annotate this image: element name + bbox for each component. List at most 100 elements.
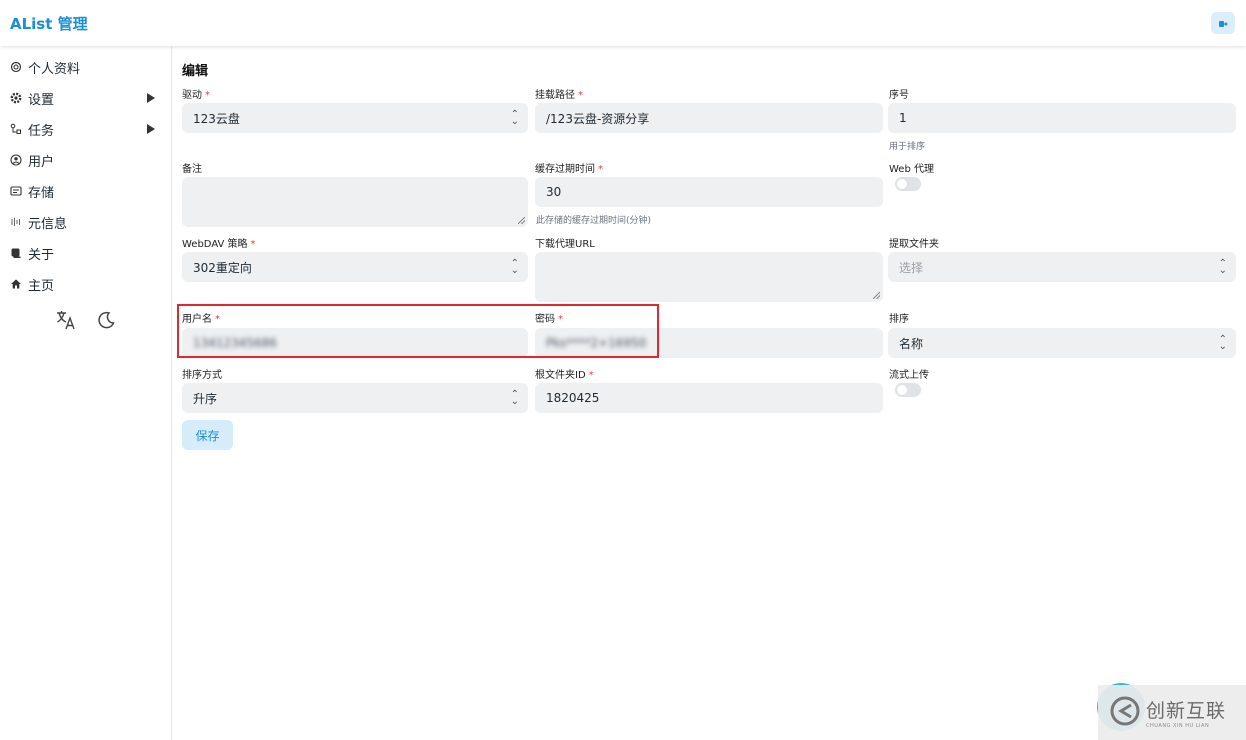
page-title: 编辑: [182, 64, 209, 79]
root-folder-id-value: 1820425: [546, 391, 600, 405]
sort-label: 排序: [889, 314, 909, 325]
sidebar-item-label: 任务: [28, 123, 55, 139]
username-label-text: 用户名: [182, 314, 212, 325]
toggle-knob: [897, 179, 907, 189]
cache-expiration-input[interactable]: 30: [535, 177, 883, 207]
cache-expiration-value: 30: [546, 185, 562, 199]
app-title[interactable]: AList 管理: [10, 13, 88, 34]
cache-expiration-label-text: 缓存过期时间: [535, 164, 595, 175]
sidebar-item-users[interactable]: 用户: [0, 146, 171, 174]
sidebar-item-label: 用户: [28, 154, 55, 170]
sidebar-item-tasks[interactable]: 任务: [0, 115, 171, 143]
extract-folder-label: 提取文件夹: [889, 239, 939, 250]
required-mark: *: [250, 239, 256, 250]
sort-direction-label: 排序方式: [182, 370, 222, 381]
webdav-policy-value: 302重定向: [193, 260, 252, 275]
driver-select[interactable]: 123云盘 ⌃ ⌄: [182, 103, 528, 133]
resize-grip-icon[interactable]: [873, 292, 880, 299]
meta-icon: [10, 216, 22, 228]
required-mark: *: [598, 164, 603, 175]
sidebar-item-label: 存储: [28, 185, 55, 201]
driver-label-text: 驱动: [182, 90, 202, 101]
home-icon: [10, 278, 22, 290]
watermark-logo-icon: [1110, 696, 1140, 730]
required-mark: *: [578, 90, 583, 101]
required-mark: *: [205, 90, 210, 101]
webdav-policy-select[interactable]: 302重定向 ⌃ ⌄: [182, 252, 528, 282]
order-value: 1: [899, 111, 907, 125]
required-mark: *: [558, 314, 563, 325]
driver-label: 驱动 *: [182, 86, 210, 101]
logout-icon: [1218, 14, 1228, 33]
task-flow-icon: [10, 123, 22, 135]
cache-expiration-label: 缓存过期时间 *: [535, 160, 603, 175]
sort-value: 名称: [899, 336, 924, 351]
download-proxy-url-label: 下载代理URL: [535, 239, 595, 250]
web-proxy-toggle[interactable]: [895, 177, 921, 191]
root-folder-id-input[interactable]: 1820425: [535, 383, 883, 413]
remark-label: 备注: [182, 164, 202, 175]
root-folder-id-label-text: 根文件夹ID: [535, 370, 586, 381]
mount-path-value: /123云盘-资源分享: [546, 111, 650, 126]
watermark-title: 创新互联: [1146, 700, 1227, 722]
sidebar-item-label: 主页: [28, 278, 55, 294]
sidebar-item-profile[interactable]: 个人资料: [0, 53, 171, 81]
fingerprint-icon: [10, 61, 22, 73]
sidebar-item-label: 个人资料: [28, 61, 81, 77]
password-value: Pks****2+16950: [546, 336, 647, 350]
sort-direction-value: 升序: [193, 391, 218, 406]
mount-path-input[interactable]: /123云盘-资源分享: [535, 103, 883, 133]
download-proxy-url-textarea[interactable]: [535, 252, 883, 302]
sort-select[interactable]: 名称 ⌃ ⌄: [888, 328, 1236, 358]
user-circle-icon: [10, 154, 22, 166]
chevron-right-icon: [147, 124, 155, 134]
resize-grip-icon[interactable]: [518, 217, 525, 224]
save-button[interactable]: 保存: [182, 420, 233, 450]
top-header: AList 管理: [0, 0, 1246, 46]
sidebar-tools: [54, 310, 118, 334]
toggle-knob: [897, 385, 907, 395]
sort-direction-select[interactable]: 升序 ⌃ ⌄: [182, 383, 528, 413]
extract-folder-select[interactable]: 选择 ⌃ ⌄: [888, 252, 1236, 282]
sidebar-item-settings[interactable]: 设置: [0, 84, 171, 112]
password-label: 密码 *: [535, 310, 563, 325]
sidebar-item-storage[interactable]: 存储: [0, 177, 171, 205]
storage-icon: [10, 185, 22, 197]
watermark-text: 创新互联 CHUANG XIN HU LIAN: [1146, 696, 1226, 729]
stream-upload-toggle[interactable]: [895, 383, 921, 397]
select-arrows-icon: ⌃ ⌄: [510, 109, 519, 127]
root-folder-id-label: 根文件夹ID *: [535, 366, 594, 381]
remark-textarea[interactable]: [182, 177, 528, 227]
theme-toggle-button[interactable]: [94, 310, 118, 334]
stream-upload-label: 流式上传: [889, 370, 929, 381]
sidebar-item-about[interactable]: 关于: [0, 239, 171, 267]
mount-path-label: 挂载路径 *: [535, 86, 583, 101]
extract-folder-placeholder: 选择: [899, 260, 924, 275]
sidebar-item-home[interactable]: 主页: [0, 270, 171, 298]
select-arrows-icon: ⌃ ⌄: [510, 389, 519, 407]
select-arrows-icon: ⌃ ⌄: [1218, 258, 1227, 276]
required-mark: *: [588, 370, 594, 381]
order-label: 序号: [889, 90, 909, 101]
driver-value: 123云盘: [193, 111, 240, 126]
logout-button[interactable]: [1211, 12, 1235, 34]
language-button[interactable]: [54, 310, 78, 334]
web-proxy-label: Web 代理: [889, 164, 934, 175]
sidebar: 个人资料 设置 任务 用户 存储 元信息 关于 主页: [0, 46, 172, 740]
watermark: 创新互联 CHUANG XIN HU LIAN: [1098, 685, 1246, 740]
translate-icon: [55, 309, 77, 335]
gear-icon: [10, 92, 22, 104]
sidebar-item-label: 设置: [28, 92, 55, 108]
watermark-subtitle: CHUANG XIN HU LIAN: [1146, 723, 1210, 729]
mount-path-label-text: 挂载路径: [535, 90, 575, 101]
chevron-right-icon: [147, 93, 155, 103]
sidebar-item-meta[interactable]: 元信息: [0, 208, 171, 236]
password-input[interactable]: Pks****2+16950: [535, 328, 883, 358]
username-input[interactable]: 13412345686: [182, 328, 528, 358]
username-label: 用户名 *: [182, 310, 220, 325]
username-value: 13412345686: [193, 336, 277, 350]
cache-expiration-hint: 此存储的缓存过期时间(分钟): [536, 216, 652, 226]
required-mark: *: [215, 314, 220, 325]
sidebar-item-label: 元信息: [28, 216, 68, 232]
order-input[interactable]: 1: [888, 103, 1236, 133]
